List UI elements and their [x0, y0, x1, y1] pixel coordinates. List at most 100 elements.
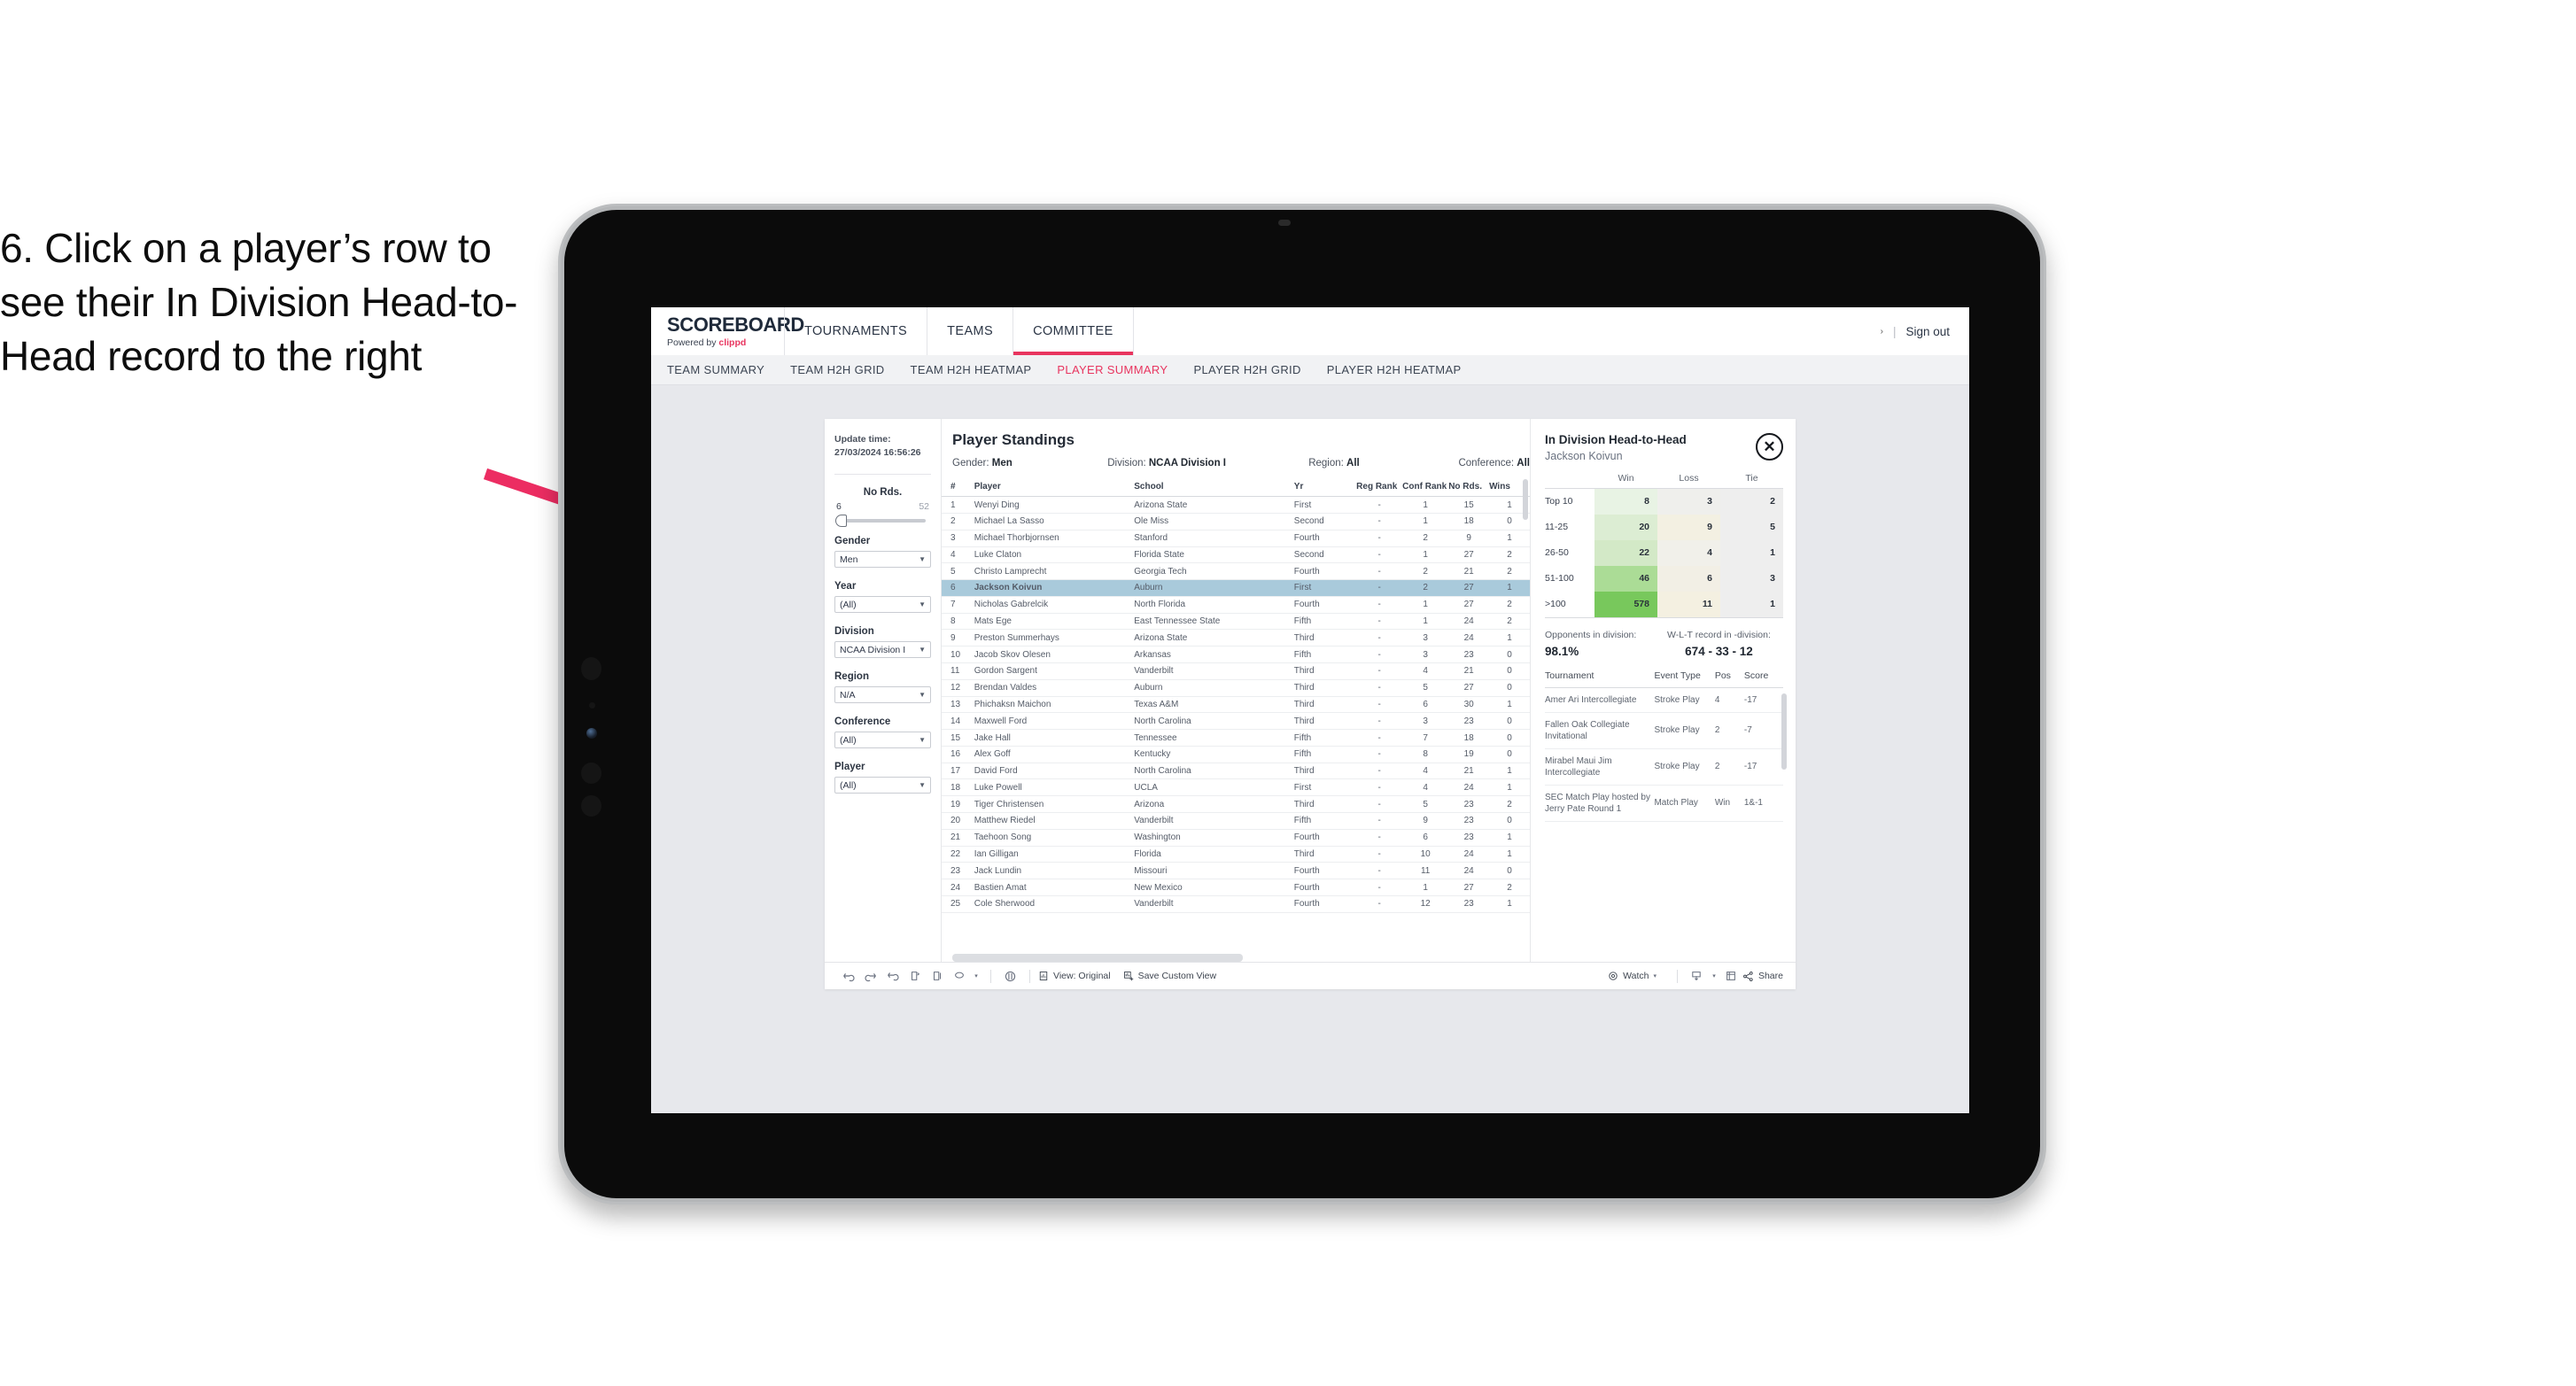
table-row[interactable]: 13 Phichaksn Maichon Texas A&M Third -6 30 1: [942, 696, 1530, 714]
table-row[interactable]: 1 Wenyi Ding Arizona State First -1 15 1: [942, 496, 1530, 514]
table-row[interactable]: 10 Jacob Skov Olesen Arkansas Fifth -3 23 0: [942, 646, 1530, 663]
cell-school: Vanderbilt: [1134, 895, 1294, 913]
download-icon[interactable]: [1686, 965, 1708, 987]
nav-item-teams[interactable]: TEAMS: [927, 307, 1013, 355]
sign-out-link[interactable]: Sign out: [1905, 325, 1950, 338]
sidebar-divider: [834, 474, 931, 476]
filter-division-select[interactable]: NCAA Division I ▼: [834, 641, 931, 659]
cell-no-rds: 21: [1448, 662, 1490, 680]
refresh-data-icon[interactable]: [904, 965, 926, 987]
col-conf-rank[interactable]: Conf Rank: [1402, 477, 1449, 498]
col-reg-rank[interactable]: Reg Rank: [1356, 477, 1403, 498]
undo-icon[interactable]: [837, 965, 859, 987]
h2h-bucket-label: Top 10: [1545, 488, 1594, 515]
lasso-select-icon[interactable]: [948, 965, 970, 987]
list-item[interactable]: Mirabel Maui Jim Intercollegiate Stroke P…: [1545, 748, 1783, 786]
cell-school: Kentucky: [1134, 746, 1294, 763]
watch-button[interactable]: Watch ▾: [1608, 971, 1657, 981]
col-player[interactable]: Player: [974, 477, 1135, 498]
table-row[interactable]: 19 Tiger Christensen Arizona Third -5 23 2: [942, 795, 1530, 814]
standings-table-scroll[interactable]: # Player School Yr Reg Rank Conf Rank No…: [942, 477, 1530, 950]
cell-rank: 19: [942, 795, 974, 814]
nav-item-tournaments[interactable]: TOURNAMENTS: [784, 307, 927, 355]
standings-horizontal-scrollbar[interactable]: [952, 954, 1243, 962]
lasso-chevron-icon[interactable]: ▾: [970, 965, 982, 987]
filter-year-select[interactable]: (All) ▼: [834, 596, 931, 614]
redo-icon[interactable]: [859, 965, 881, 987]
col-pos[interactable]: Pos: [1714, 670, 1744, 688]
table-row[interactable]: 7 Nicholas Gabrelcik North Florida Fourth -1…: [942, 596, 1530, 614]
nav-item-committee[interactable]: COMMITTEE: [1013, 307, 1134, 355]
col-rank[interactable]: #: [942, 477, 974, 498]
table-row[interactable]: 24 Bastien Amat New Mexico Fourth -1 27 2: [942, 879, 1530, 896]
table-row[interactable]: 15 Jake Hall Tennessee Fifth -7 18 0: [942, 729, 1530, 747]
filter-gender-select[interactable]: Men ▼: [834, 551, 931, 569]
table-row[interactable]: 18 Luke Powell UCLA First -4 24 1: [942, 778, 1530, 797]
list-item[interactable]: SEC Match Play hosted by Jerry Pate Roun…: [1545, 785, 1783, 822]
table-row[interactable]: 25 Cole Sherwood Vanderbilt Fourth -12 23 1: [942, 895, 1530, 913]
standings-vertical-scrollbar[interactable]: [1523, 479, 1528, 520]
table-row[interactable]: 8 Mats Ege East Tennessee State Fifth -1 24 2: [942, 613, 1530, 631]
tab-player-h2h-heatmap[interactable]: PLAYER H2H HEATMAP: [1327, 363, 1462, 376]
h2h-row: 51-100 46 6 3: [1545, 565, 1783, 592]
no-rounds-slider-track[interactable]: [835, 515, 926, 528]
list-item[interactable]: Fallen Oak Collegiate Invitational Stroke…: [1545, 712, 1783, 749]
cell-reg-rank: -: [1356, 579, 1403, 597]
filter-conference-select[interactable]: (All) ▼: [834, 732, 931, 749]
cell-no-rds: 27: [1448, 679, 1490, 697]
table-row[interactable]: 4 Luke Claton Florida State Second -1 27 2: [942, 546, 1530, 564]
table-row[interactable]: 9 Preston Summerhays Arizona State Third -3 2…: [942, 629, 1530, 647]
chevron-down-icon: ▼: [919, 736, 926, 745]
tournaments-scrollbar[interactable]: [1781, 693, 1787, 770]
table-row[interactable]: 5 Christo Lamprecht Georgia Tech Fourth -2 21…: [942, 562, 1530, 581]
table-row[interactable]: 14 Maxwell Ford North Carolina Third -3 23 0: [942, 712, 1530, 731]
table-row[interactable]: 2 Michael La Sasso Ole Miss Second -1 18 0: [942, 513, 1530, 530]
tab-player-h2h-grid[interactable]: PLAYER H2H GRID: [1193, 363, 1300, 376]
cell-rank: 3: [942, 530, 974, 547]
col-score[interactable]: Score: [1743, 670, 1783, 688]
page-title: Player Standings: [952, 431, 1075, 448]
filter-region-select[interactable]: N/A ▼: [834, 686, 931, 704]
tab-team-h2h-grid[interactable]: TEAM H2H GRID: [790, 363, 884, 376]
cell-player: Tiger Christensen: [974, 795, 1135, 814]
fullscreen-icon[interactable]: [1720, 965, 1742, 987]
col-no-rds[interactable]: No Rds.: [1448, 477, 1490, 498]
download-chevron-icon[interactable]: ▾: [1708, 965, 1720, 987]
cell-conf-rank: 8: [1402, 746, 1449, 763]
share-button[interactable]: Share: [1742, 971, 1783, 982]
list-item[interactable]: Amer Ari Intercollegiate Stroke Play 4 -17: [1545, 687, 1783, 713]
table-row[interactable]: 16 Alex Goff Kentucky Fifth -8 19 0: [942, 746, 1530, 763]
table-row[interactable]: 6 Jackson Koivun Auburn First -2 27 1: [942, 579, 1530, 597]
view-original-button[interactable]: View: Original: [1038, 971, 1111, 981]
pause-updates-icon[interactable]: [926, 965, 948, 987]
table-row[interactable]: 17 David Ford North Carolina Third -4 21 1: [942, 763, 1530, 780]
col-tournament[interactable]: Tournament: [1545, 670, 1655, 688]
cell-no-rds: 18: [1448, 729, 1490, 747]
chevron-down-icon: ▼: [919, 646, 926, 654]
tab-player-summary[interactable]: PLAYER SUMMARY: [1057, 363, 1168, 376]
save-custom-view-button[interactable]: Save Custom View: [1123, 971, 1216, 981]
no-rounds-slider-handle[interactable]: [835, 515, 847, 528]
table-row[interactable]: 23 Jack Lundin Missouri Fourth -11 24 0: [942, 862, 1530, 880]
h2h-bucket-label: 51-100: [1545, 565, 1594, 592]
table-row[interactable]: 21 Taehoon Song Washington Fourth -6 23 1: [942, 829, 1530, 847]
table-row[interactable]: 11 Gordon Sargent Vanderbilt Third -4 21 0: [942, 662, 1530, 680]
highlight-icon[interactable]: [999, 965, 1021, 987]
table-row[interactable]: 20 Matthew Riedel Vanderbilt Fifth -9 23 0: [942, 812, 1530, 830]
col-event-type[interactable]: Event Type: [1654, 670, 1715, 688]
user-chevron-icon[interactable]: ›: [1881, 327, 1883, 337]
close-icon[interactable]: ✕: [1756, 433, 1783, 461]
filter-player-select[interactable]: (All) ▼: [834, 777, 931, 794]
cell-rank: 12: [942, 679, 974, 697]
table-row[interactable]: 12 Brendan Valdes Auburn Third -5 27 0: [942, 679, 1530, 697]
col-school[interactable]: School: [1134, 477, 1294, 498]
cell-event-type: Match Play: [1654, 785, 1715, 822]
col-yr[interactable]: Yr: [1293, 477, 1357, 498]
brand-logo[interactable]: SCOREBOARD Powered by clippd: [651, 307, 804, 355]
tab-team-summary[interactable]: TEAM SUMMARY: [667, 363, 764, 376]
revert-icon[interactable]: [881, 965, 904, 987]
cell-school: Tennessee: [1134, 729, 1294, 747]
table-row[interactable]: 3 Michael Thorbjornsen Stanford Fourth -2 9 1: [942, 530, 1530, 547]
tab-team-h2h-heatmap[interactable]: TEAM H2H HEATMAP: [911, 363, 1032, 376]
table-row[interactable]: 22 Ian Gilligan Florida Third -10 24 1: [942, 846, 1530, 863]
